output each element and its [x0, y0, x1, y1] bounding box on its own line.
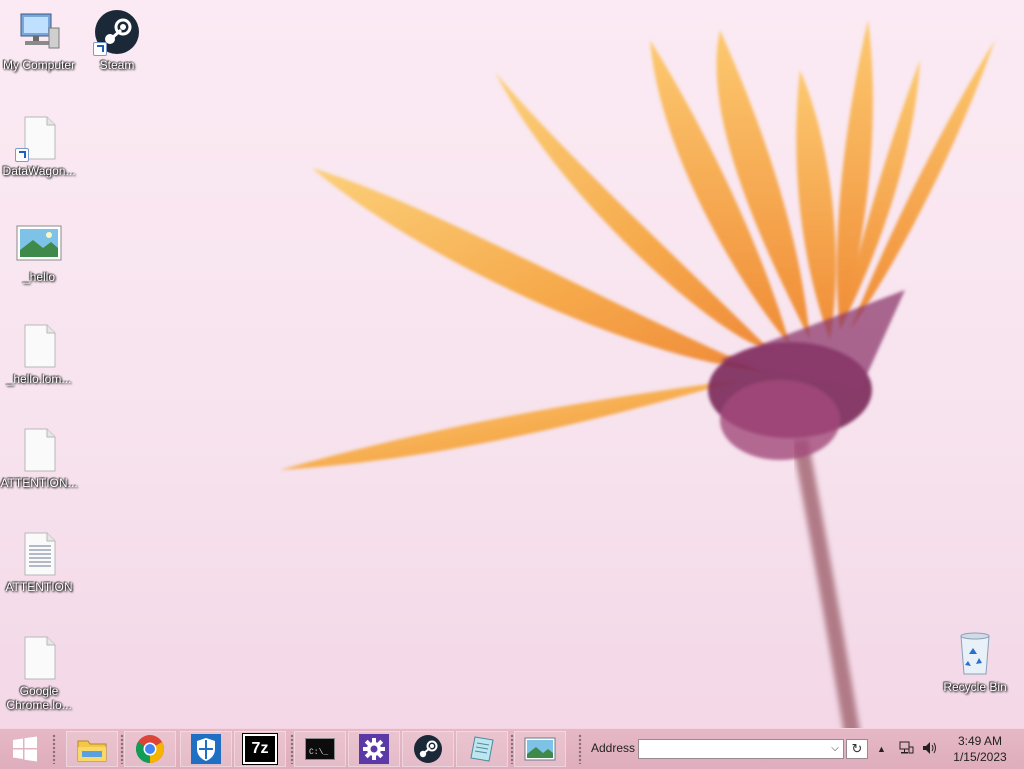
desktop-icon-label: DataWagon...: [2, 164, 76, 178]
desktop-icon-attention-file[interactable]: ATTENTION...: [0, 426, 78, 490]
blank-file-icon: [15, 426, 63, 474]
desktop-icon-label: Steam: [99, 58, 135, 72]
steam-icon: [414, 735, 442, 763]
desktop-icon-recycle-bin[interactable]: Recycle Bin: [936, 630, 1014, 694]
tray-show-hidden-icons-button[interactable]: ▲: [877, 744, 886, 754]
desktop-icon-google-chrome-lo[interactable]: Google Chrome.lo...: [0, 634, 78, 712]
taskbar-7zip[interactable]: 7z: [234, 731, 286, 767]
recycle-bin-icon: [951, 630, 999, 678]
refresh-icon: ↻: [851, 741, 863, 756]
clock-date: 1/15/2023: [953, 750, 1007, 764]
steam-icon: [93, 8, 141, 56]
desktop-icon-label: My Computer: [2, 58, 76, 72]
network-icon[interactable]: [898, 740, 914, 759]
desktop-icon-label: ATTENTION: [5, 580, 73, 594]
blank-file-icon: [15, 114, 63, 162]
taskbar-file-explorer[interactable]: [66, 731, 118, 767]
taskbar-photos[interactable]: [514, 731, 566, 767]
file-explorer-icon: [77, 740, 107, 762]
windows-logo-icon: [13, 736, 37, 762]
blank-file-icon: [15, 634, 63, 682]
chrome-icon: [136, 735, 164, 763]
address-dropdown-chevron-icon[interactable]: ⌵: [828, 741, 842, 757]
taskbar-settings[interactable]: [348, 731, 400, 767]
desktop-icon-my-computer[interactable]: My Computer: [0, 8, 78, 72]
taskbar-steam[interactable]: [402, 731, 454, 767]
image-file-icon: [15, 220, 63, 268]
command-prompt-icon: C:\_: [305, 738, 335, 760]
taskbar-clock[interactable]: 3:49 AM 1/15/2023: [944, 733, 1016, 765]
computer-icon: [15, 8, 63, 56]
photos-icon: [524, 737, 556, 761]
desktop-icon-attention-text[interactable]: ATTENTION: [0, 530, 78, 594]
desktop-icon-label: _hello.lom...: [6, 372, 72, 386]
settings-gear-icon: [359, 734, 389, 764]
address-input[interactable]: [638, 739, 844, 759]
desktop-icon-steam[interactable]: Steam: [78, 8, 156, 72]
windows-defender-icon: [191, 734, 221, 764]
taskbar-windows-defender[interactable]: [180, 731, 232, 767]
taskbar: 7z C:\_: [0, 728, 1024, 769]
text-file-icon: [15, 530, 63, 578]
notepad-icon: [470, 736, 494, 762]
start-button[interactable]: [4, 733, 46, 765]
desktop-icon-label: ATTENTION...: [0, 476, 78, 490]
taskbar-grip[interactable]: [52, 734, 56, 764]
desktop-icon-label: Recycle Bin: [943, 680, 1007, 694]
shortcut-arrow-icon: [93, 42, 107, 56]
blank-file-icon: [15, 322, 63, 370]
address-label: Address: [591, 741, 636, 755]
desktop-icon-hello-image[interactable]: _hello: [0, 220, 78, 284]
desktop-icon-datawagon[interactable]: DataWagon...: [0, 114, 78, 178]
taskbar-command-prompt[interactable]: C:\_: [294, 731, 346, 767]
7zip-icon: 7z: [242, 733, 278, 765]
volume-icon[interactable]: [921, 740, 939, 759]
desktop-icon-label: _hello: [22, 270, 56, 284]
taskbar-grip[interactable]: [578, 734, 582, 764]
desktop-wallpaper: [280, 20, 995, 768]
taskbar-chrome[interactable]: [124, 731, 176, 767]
desktop-icon-label: Google Chrome.lo...: [6, 684, 72, 712]
clock-time: 3:49 AM: [957, 734, 1003, 748]
desktop-icon-hello-lom[interactable]: _hello.lom...: [0, 322, 78, 386]
taskbar-notepad[interactable]: [456, 731, 508, 767]
shortcut-arrow-icon: [15, 148, 29, 162]
address-refresh-button[interactable]: ↻: [846, 739, 868, 759]
